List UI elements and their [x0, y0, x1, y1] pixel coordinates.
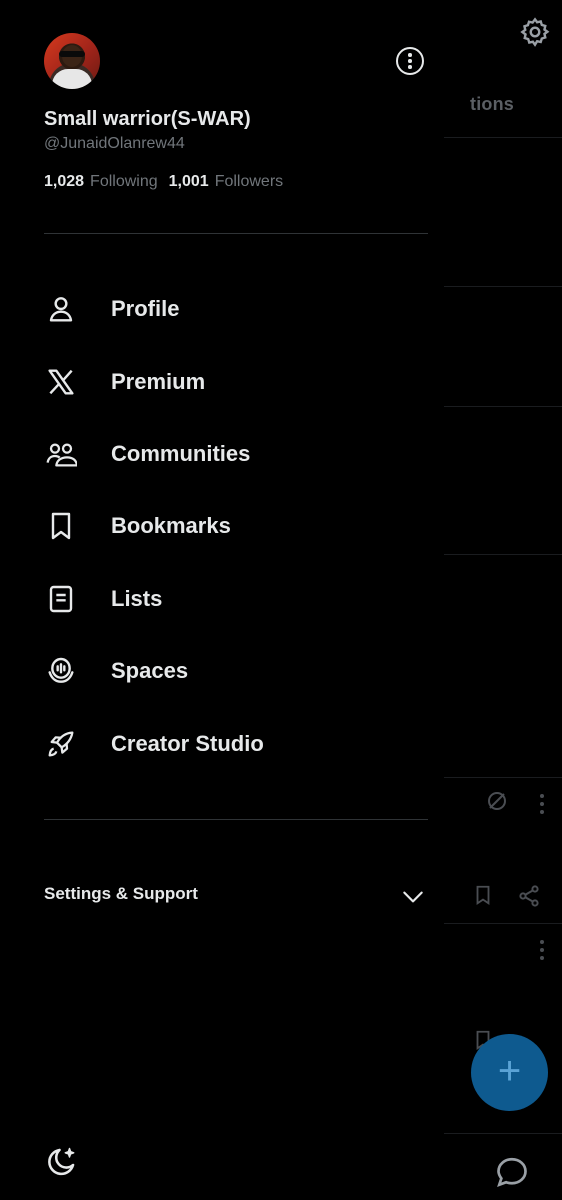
following-count[interactable]: 1,028: [44, 173, 84, 191]
menu-item-label: Creator Studio: [111, 730, 264, 756]
divider: [44, 233, 428, 234]
compose-button[interactable]: +: [471, 1034, 548, 1111]
gear-icon[interactable]: [519, 16, 551, 48]
divider: [444, 777, 562, 778]
spaces-icon: [44, 654, 78, 688]
divider: [444, 137, 562, 138]
chevron-down-icon: [403, 891, 423, 903]
menu-item-spaces[interactable]: Spaces: [0, 635, 444, 707]
divider: [44, 819, 428, 820]
menu-item-creator-studio[interactable]: Creator Studio: [0, 707, 444, 779]
lists-icon: [44, 582, 78, 616]
plus-icon: +: [497, 1048, 522, 1093]
night-mode-icon[interactable]: [44, 1145, 78, 1179]
menu-item-label: Spaces: [111, 658, 189, 684]
more-options-button[interactable]: [396, 47, 424, 75]
more-icon[interactable]: [539, 940, 545, 964]
rocket-icon: [44, 727, 78, 761]
person-icon: [44, 292, 78, 326]
display-name[interactable]: Small warrior(S-WAR): [44, 108, 251, 131]
drawer-menu: Profile Premium Communities Bookmarks Li…: [0, 273, 444, 780]
menu-item-label: Bookmarks: [111, 513, 231, 539]
divider: [444, 1133, 562, 1134]
follow-stats: 1,028 Following 1,001 Followers: [44, 173, 294, 191]
divider: [444, 406, 562, 407]
communities-icon: [44, 437, 78, 471]
settings-support-toggle[interactable]: Settings & Support: [0, 870, 444, 922]
divider: [444, 923, 562, 924]
menu-item-label: Premium: [111, 368, 206, 394]
menu-item-label: Profile: [111, 296, 180, 322]
retweet-icon[interactable]: [485, 789, 509, 813]
side-drawer: Small warrior(S-WAR) @JunaidOlanrew44 1,…: [0, 0, 444, 1200]
tab-notifications-peek[interactable]: tions: [470, 94, 514, 115]
menu-item-communities[interactable]: Communities: [0, 418, 444, 490]
settings-support-label: Settings & Support: [44, 884, 198, 903]
divider: [444, 554, 562, 555]
message-bubble-icon[interactable]: [494, 1154, 530, 1190]
menu-item-premium[interactable]: Premium: [0, 345, 444, 417]
menu-item-label: Communities: [111, 440, 251, 466]
user-handle: @JunaidOlanrew44: [44, 135, 185, 152]
menu-item-bookmarks[interactable]: Bookmarks: [0, 490, 444, 562]
followers-count[interactable]: 1,001: [169, 173, 209, 191]
share-icon[interactable]: [517, 884, 541, 908]
bookmark-icon[interactable]: [472, 883, 494, 907]
bookmark-icon: [44, 509, 78, 543]
menu-item-profile[interactable]: Profile: [0, 273, 444, 345]
menu-item-label: Lists: [111, 585, 163, 611]
following-label[interactable]: Following: [90, 173, 158, 191]
followers-label[interactable]: Followers: [215, 173, 283, 191]
more-icon[interactable]: [539, 794, 545, 818]
avatar[interactable]: [44, 33, 100, 89]
x-logo-icon: [44, 365, 78, 399]
menu-item-lists[interactable]: Lists: [0, 563, 444, 635]
divider: [444, 286, 562, 287]
